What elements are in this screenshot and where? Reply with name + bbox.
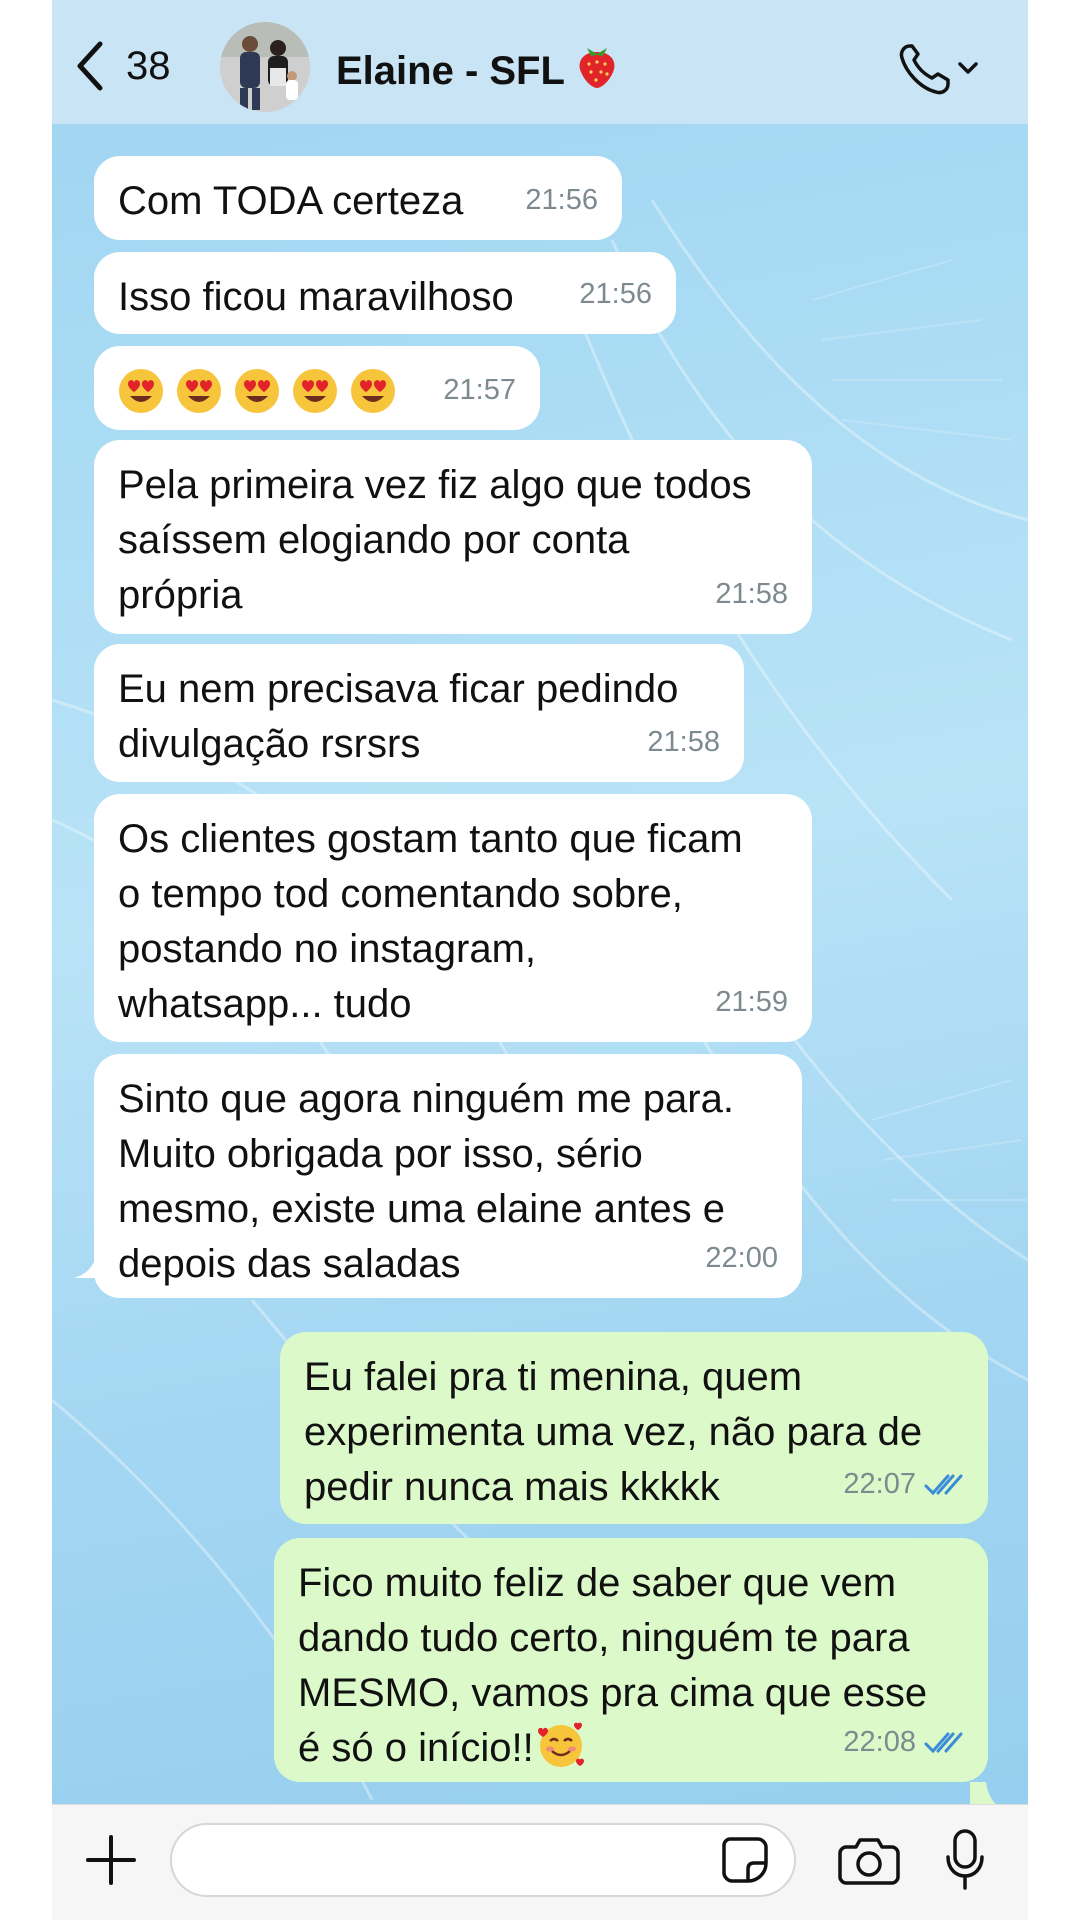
- message-line: Eu nem precisava ficar pedindo: [118, 667, 679, 711]
- message-input[interactable]: [170, 1823, 796, 1897]
- message-bubble-incoming[interactable]: Eu nem precisava ficar pedindo divulgaçã…: [94, 644, 744, 782]
- contact-photo: [220, 22, 310, 112]
- strawberry-icon: [579, 48, 615, 88]
- back-button[interactable]: 38: [72, 34, 232, 98]
- message-bubble-incoming[interactable]: 21:57: [94, 346, 540, 430]
- message-line: mesmo, existe uma elaine antes e: [118, 1187, 725, 1231]
- message-bubble-incoming[interactable]: Pela primeira vez fiz algo que todos saí…: [94, 440, 812, 634]
- message-timestamp: 22:00: [705, 1242, 778, 1274]
- message-line: divulgação rsrsrs: [118, 722, 421, 766]
- message-bubble-outgoing[interactable]: Fico muito feliz de saber que vem dando …: [274, 1538, 988, 1782]
- message-bubble-incoming[interactable]: Os clientes gostam tanto que ficam o tem…: [94, 794, 812, 1042]
- message-line: saíssem elogiando por conta: [118, 518, 630, 562]
- contact-name[interactable]: Elaine - SFL: [336, 42, 619, 94]
- message-line: postando no instagram,: [118, 927, 537, 971]
- heart-eyes-emoji-icon: [177, 369, 221, 413]
- call-button[interactable]: [896, 40, 988, 98]
- message-line: Eu falei pra ti menina, quem: [304, 1355, 803, 1399]
- camera-icon[interactable]: [838, 1835, 900, 1885]
- message-line: Fico muito feliz de saber que vem: [298, 1561, 897, 1605]
- message-line: Sinto que agora ninguém me para.: [118, 1077, 734, 1121]
- message-timestamp: 21:57: [443, 374, 516, 406]
- sticker-icon[interactable]: [720, 1835, 770, 1885]
- plus-icon[interactable]: [82, 1831, 140, 1889]
- message-timestamp: 21:56: [525, 184, 598, 216]
- message-timestamp: 22:08: [843, 1715, 964, 1770]
- avatar[interactable]: [220, 22, 310, 112]
- message-line: whatsapp... tudo: [118, 982, 412, 1026]
- heart-eyes-emoji-icon: [235, 369, 279, 413]
- chat-screen: 38 Elaine - SFL Com TODA certeza 21:56 I…: [52, 0, 1028, 1920]
- message-line: experimenta uma vez, não para de: [304, 1410, 923, 1454]
- message-timestamp: 21:59: [715, 986, 788, 1018]
- message-bubble-incoming[interactable]: Sinto que agora ninguém me para. Muito o…: [94, 1054, 802, 1298]
- contact-name-text: Elaine - SFL: [336, 49, 565, 93]
- message-line: Os clientes gostam tanto que ficam: [118, 817, 743, 861]
- chat-header: 38 Elaine - SFL: [52, 0, 1028, 124]
- read-ticks-icon: [924, 1474, 963, 1495]
- message-bubble-incoming[interactable]: Isso ficou maravilhoso 21:56: [94, 252, 676, 334]
- microphone-icon[interactable]: [944, 1829, 986, 1891]
- phone-chevron-icon: [899, 44, 978, 95]
- message-timestamp: 21:58: [715, 578, 788, 610]
- read-ticks-icon: [924, 1732, 963, 1753]
- message-line: própria: [118, 573, 243, 617]
- message-line: MESMO, vamos pra cima que esse: [298, 1671, 928, 1715]
- message-line: Pela primeira vez fiz algo que todos: [118, 463, 752, 507]
- message-timestamp: 21:58: [647, 726, 720, 758]
- message-bubble-outgoing[interactable]: Eu falei pra ti menina, quem experimenta…: [280, 1332, 988, 1524]
- message-line: Muito obrigada por isso, sério: [118, 1132, 643, 1176]
- heart-eyes-emoji-icon: [119, 369, 163, 413]
- heart-eyes-emoji-icon: [293, 369, 337, 413]
- chevron-left-icon: [77, 41, 103, 91]
- smiling-face-with-hearts-icon: [537, 1722, 584, 1767]
- message-composer: [52, 1804, 1028, 1920]
- heart-eyes-emoji-icon: [351, 369, 395, 413]
- message-line: dando tudo certo, ninguém te para: [298, 1616, 910, 1660]
- message-line: depois das saladas: [118, 1242, 461, 1286]
- message-text: Isso ficou maravilhoso: [118, 275, 514, 319]
- unread-count: 38: [126, 43, 171, 88]
- message-timestamp: 22:07: [843, 1457, 964, 1512]
- message-line: o tempo tod comentando sobre,: [118, 872, 683, 916]
- message-list[interactable]: Com TODA certeza 21:56 Isso ficou maravi…: [52, 124, 1028, 1812]
- message-bubble-incoming[interactable]: Com TODA certeza 21:56: [94, 156, 622, 240]
- message-timestamp: 21:56: [579, 278, 652, 310]
